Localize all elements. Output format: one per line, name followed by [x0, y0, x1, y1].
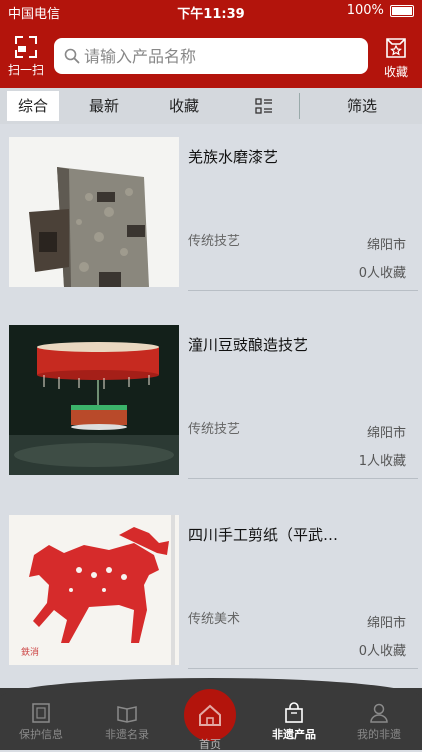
product-city: 绵阳市 — [366, 426, 406, 441]
tab-heritage-products[interactable]: 非遗产品 — [259, 702, 329, 742]
product-image-tower — [9, 137, 179, 287]
bottom-tab-bar: 保护信息 非遗名录 首页 非遗产品 我的非遗 — [0, 678, 422, 751]
favorites-button[interactable]: 收藏 — [376, 34, 416, 84]
scan-label: 扫一扫 — [7, 63, 44, 77]
home-icon — [199, 704, 221, 726]
top-header: 中国电信 下午11:39 100% 扫一扫 收藏 — [0, 0, 422, 88]
battery-status: 100% — [347, 3, 414, 18]
battery-percent: 100% — [346, 3, 384, 18]
tab-protection-info[interactable]: 保护信息 — [6, 702, 76, 742]
shopping-bag-icon — [285, 702, 303, 723]
user-icon — [370, 703, 388, 723]
product-title[interactable]: 羌族水磨漆艺 — [188, 146, 410, 167]
product-favorites-count: 1人收藏 — [358, 454, 406, 469]
favorites-label: 收藏 — [383, 65, 408, 79]
document-icon — [32, 703, 50, 723]
scan-button[interactable]: 扫一扫 — [6, 34, 46, 84]
product-favorites-count: 0人收藏 — [358, 644, 406, 659]
favorites-box-icon — [386, 38, 406, 58]
tab-favorites[interactable]: 收藏 — [158, 91, 210, 121]
product-city: 绵阳市 — [366, 616, 406, 631]
product-category: 传统技艺 — [188, 234, 241, 249]
search-input[interactable] — [84, 38, 354, 74]
battery-icon — [390, 4, 414, 17]
filter-divider — [299, 93, 300, 119]
product-category: 传统美术 — [188, 612, 241, 627]
product-item[interactable]: 鉄消 四川手工剪纸（平武… 传统美术 绵阳市 0人收藏 — [0, 502, 422, 686]
status-bar: 中国电信 下午11:39 100% — [0, 0, 422, 22]
tab-label: 我的非遗 — [357, 728, 401, 741]
tab-label: 非遗产品 — [272, 728, 316, 741]
scan-icon — [15, 36, 37, 58]
tab-label: 非遗名录 — [105, 728, 149, 741]
tab-latest[interactable]: 最新 — [78, 91, 130, 121]
list-layout-icon[interactable] — [255, 98, 273, 114]
search-box[interactable] — [54, 38, 368, 74]
row-divider — [188, 478, 418, 479]
product-item[interactable]: 羌族水磨漆艺 传统技艺 绵阳市 0人收藏 — [0, 124, 422, 308]
product-item[interactable]: 潼川豆豉酿造技艺 传统技艺 绵阳市 1人收藏 — [0, 312, 422, 496]
search-icon — [64, 48, 80, 64]
filter-bar: 综合 最新 收藏 筛选 — [0, 88, 422, 124]
row-divider — [188, 668, 418, 669]
product-image-lanterns — [9, 325, 179, 475]
tab-heritage-list[interactable]: 非遗名录 — [92, 702, 162, 742]
tab-my-heritage[interactable]: 我的非遗 — [344, 702, 414, 742]
book-icon — [117, 706, 137, 723]
tab-comprehensive[interactable]: 综合 — [7, 91, 59, 121]
row-divider — [188, 290, 418, 291]
svg-text:鉄消: 鉄消 — [21, 646, 39, 658]
product-city: 绵阳市 — [366, 238, 406, 253]
product-title[interactable]: 四川手工剪纸（平武… — [188, 524, 410, 545]
product-category: 传统技艺 — [188, 422, 241, 437]
tab-label: 保护信息 — [19, 728, 63, 741]
filter-button[interactable]: 筛选 — [336, 91, 388, 121]
product-favorites-count: 0人收藏 — [358, 266, 406, 281]
product-title[interactable]: 潼川豆豉酿造技艺 — [188, 334, 410, 355]
product-image-papercut-horse: 鉄消 — [9, 515, 179, 665]
